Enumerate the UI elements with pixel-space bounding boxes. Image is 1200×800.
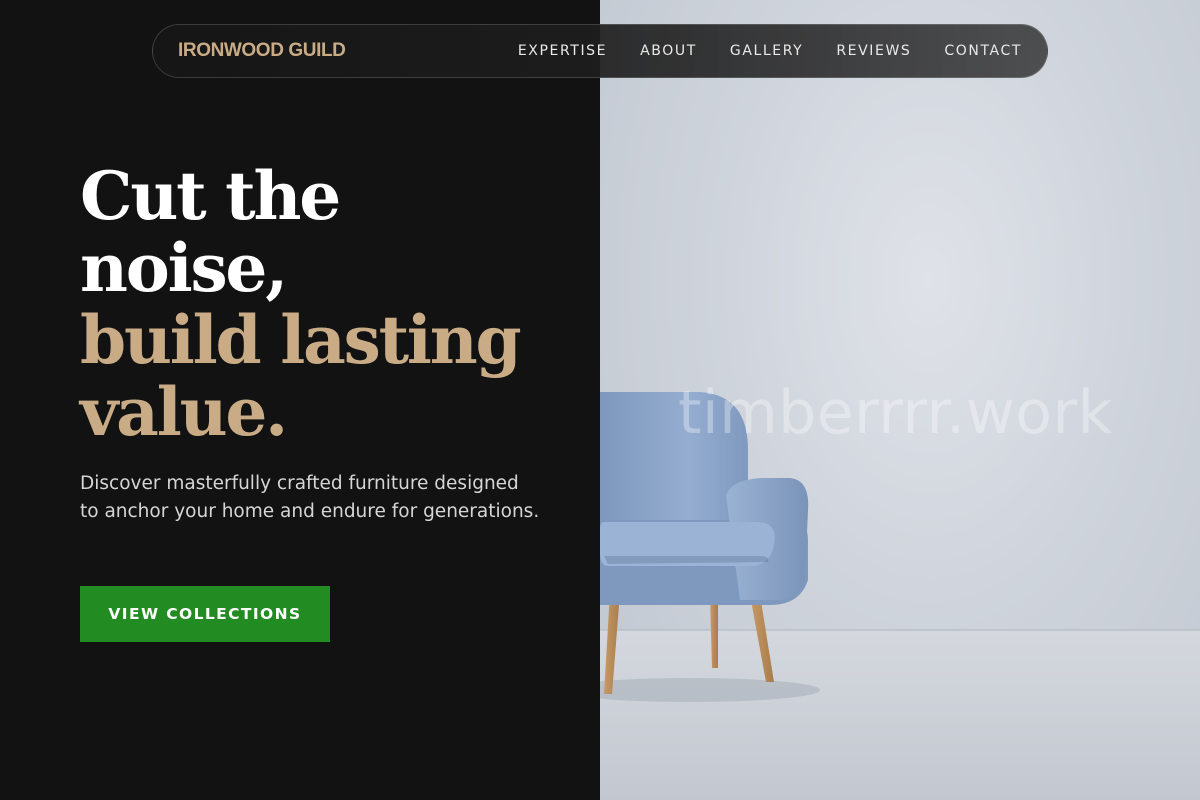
brand-logo[interactable]: IRONWOOD GUILD <box>178 40 346 62</box>
nav-link-reviews[interactable]: REVIEWS <box>836 43 911 59</box>
landing-page: IRONWOOD GUILD EXPERTISE ABOUT GALLERY R… <box>0 0 1200 800</box>
top-navigation: IRONWOOD GUILD EXPERTISE ABOUT GALLERY R… <box>152 24 1048 78</box>
nav-link-expertise[interactable]: EXPERTISE <box>518 43 607 59</box>
hero-title-line: noise, <box>80 229 288 307</box>
nav-link-gallery[interactable]: GALLERY <box>730 43 803 59</box>
hero-title: Cut the noise, build lasting value. <box>80 160 580 448</box>
nav-links: EXPERTISE ABOUT GALLERY REVIEWS CONTACT <box>518 43 1022 59</box>
watermark-text: timberrrr.work <box>678 378 1113 448</box>
hero-title-accent-line: build lasting <box>80 301 522 379</box>
hero-title-accent-line: value. <box>80 373 288 451</box>
nav-link-about[interactable]: ABOUT <box>640 43 697 59</box>
hero-description: Discover masterfully crafted furniture d… <box>80 473 540 522</box>
nav-link-contact[interactable]: CONTACT <box>944 43 1022 59</box>
view-collections-button[interactable]: VIEW COLLECTIONS <box>80 586 330 642</box>
hero-title-line: Cut the <box>80 157 341 235</box>
